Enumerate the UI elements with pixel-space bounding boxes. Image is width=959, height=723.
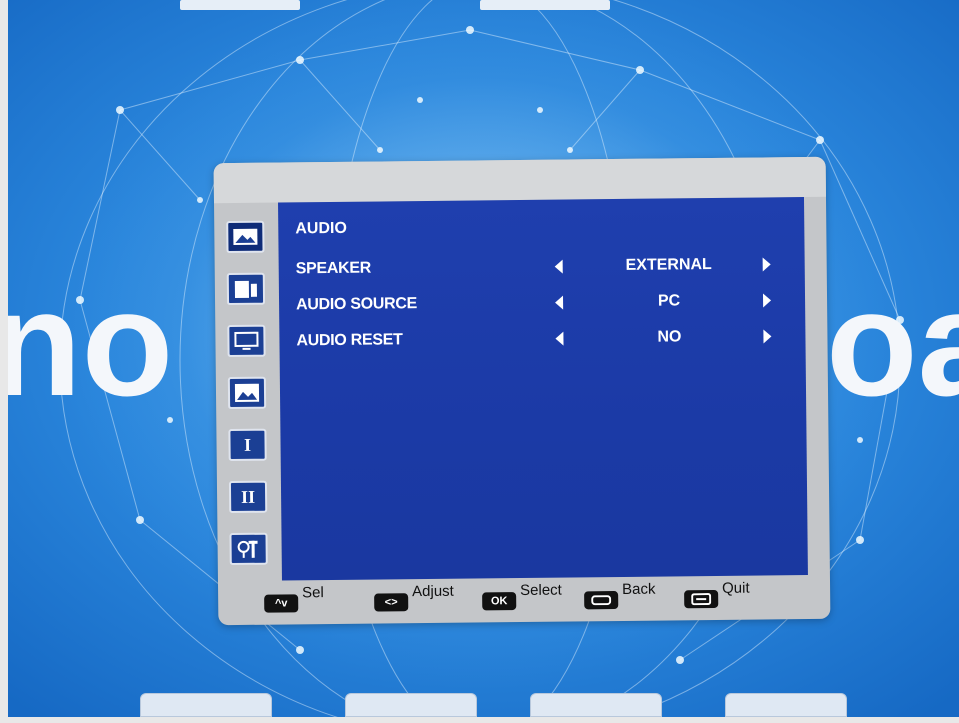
arrow-right-icon[interactable]: [762, 257, 771, 272]
hint-quit: Quit: [684, 580, 750, 609]
menu-key-icon: [684, 589, 719, 609]
arrow-left-icon[interactable]: [554, 259, 563, 274]
osd-sidebar: I II: [218, 209, 278, 586]
row-label: AUDIO RESET: [296, 331, 403, 350]
menu-row-audio-reset[interactable]: AUDIO RESET NO: [279, 325, 805, 355]
hint-sel: ^v Sel: [264, 584, 324, 613]
pip-icon[interactable]: [227, 376, 267, 410]
dock-item[interactable]: [140, 693, 272, 717]
left-right-key-icon: <>: [374, 593, 409, 612]
dock-item[interactable]: [530, 693, 662, 717]
audio-icon[interactable]: [226, 272, 266, 306]
monitor-bezel: [0, 0, 8, 723]
arrow-right-icon[interactable]: [763, 329, 772, 344]
hint-label: Select: [520, 581, 562, 600]
brand-text-left: no: [0, 259, 174, 427]
picture-icon[interactable]: [226, 220, 265, 254]
osd-header-bar: [213, 156, 826, 204]
osd-menu: I II AUDIO SPEAKER EXTERNAL AUDIO SOURCE…: [213, 156, 831, 626]
dock-item[interactable]: [345, 693, 477, 717]
row-value: NO: [657, 328, 682, 346]
monitor-bezel: [0, 717, 959, 723]
row-label: SPEAKER: [295, 259, 372, 278]
osd-footer-hints: ^v Sel <> Adjust OK Select Back Quit: [254, 577, 814, 615]
setup-two-icon[interactable]: II: [228, 480, 268, 514]
up-down-key-icon: ^v: [264, 594, 299, 613]
arrow-left-icon[interactable]: [555, 331, 564, 346]
row-value: EXTERNAL: [625, 256, 712, 274]
hint-back: Back: [584, 581, 656, 610]
menu-row-speaker[interactable]: SPEAKER EXTERNAL: [279, 253, 805, 283]
row-label: AUDIO SOURCE: [295, 295, 418, 314]
top-dock-item: [480, 0, 610, 10]
arrow-right-icon[interactable]: [762, 293, 772, 308]
hint-label: Quit: [721, 579, 750, 597]
top-dock-item: [180, 0, 300, 10]
brand-text-right: oa: [826, 259, 959, 427]
hint-adjust: <> Adjust: [374, 583, 454, 612]
audio-settings-panel: AUDIO SPEAKER EXTERNAL AUDIO SOURCE PC A…: [278, 197, 808, 581]
dock-item[interactable]: [725, 693, 847, 717]
hint-label: Sel: [302, 584, 324, 602]
ok-key-icon: OK: [482, 592, 517, 611]
arrow-left-icon[interactable]: [555, 295, 564, 310]
page-title: AUDIO: [295, 219, 347, 238]
setup-one-icon[interactable]: I: [228, 428, 267, 462]
tools-icon[interactable]: [229, 532, 268, 566]
back-key-icon: [584, 591, 619, 610]
hint-label: Back: [621, 580, 656, 598]
hint-select: OK Select: [482, 582, 562, 611]
menu-row-audio-source[interactable]: AUDIO SOURCE PC: [279, 289, 805, 319]
row-value: PC: [657, 292, 681, 310]
display-icon[interactable]: [227, 324, 266, 358]
hint-label: Adjust: [412, 582, 454, 601]
